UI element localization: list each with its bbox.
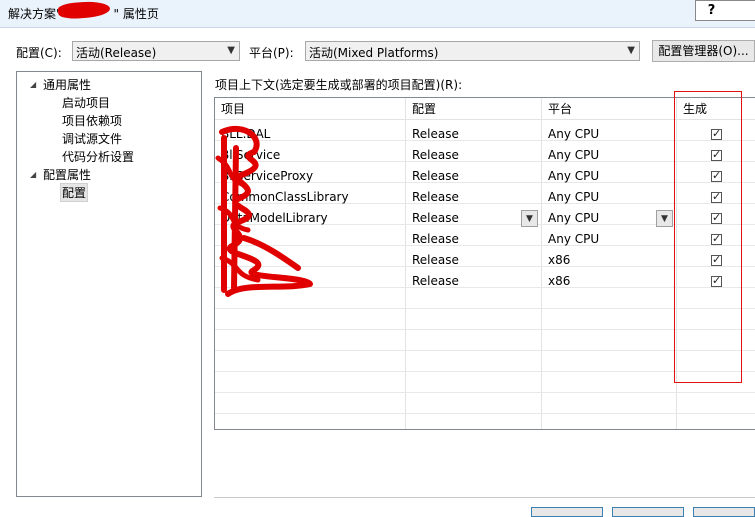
platform-dropdown-button[interactable]: ▼	[656, 210, 673, 227]
tree-node-code-analysis[interactable]: 代码分析设置	[62, 148, 134, 165]
row-project: CommonClassLibrary	[221, 190, 349, 204]
row-project: BllService	[221, 148, 281, 162]
tree-node-common[interactable]: 通用属性	[43, 76, 91, 93]
ok-button[interactable]	[531, 507, 603, 517]
row-config[interactable]: Release	[406, 166, 541, 186]
row-platform[interactable]: Any CPU	[542, 187, 676, 207]
tree-node-dependencies[interactable]: 项目依赖项	[62, 112, 122, 129]
collapse-icon[interactable]: ◢	[30, 170, 36, 179]
platform-combo[interactable]: 活动(Mixed Platforms) ▼	[305, 41, 640, 61]
row-config[interactable]: Release	[406, 124, 541, 144]
separator	[214, 497, 755, 498]
row-platform[interactable]: x86	[542, 250, 676, 270]
config-label: 配置(C):	[16, 46, 62, 60]
config-manager-button[interactable]: 配置管理器(O)...	[652, 40, 755, 62]
row-config[interactable]: Release	[406, 229, 541, 249]
col-header-project[interactable]: 项目	[215, 98, 406, 120]
row-platform[interactable]: Any CPU	[542, 124, 676, 144]
cancel-button[interactable]	[612, 507, 684, 517]
row-project: BllServiceProxy	[221, 169, 314, 183]
row-project	[215, 271, 405, 291]
collapse-icon[interactable]: ◢	[30, 80, 36, 89]
platform-value: 活动(Mixed Platforms)	[309, 46, 439, 60]
close-button[interactable]	[726, 0, 755, 21]
platform-label: 平台(P):	[249, 46, 294, 60]
tree-node-debug-source[interactable]: 调试源文件	[62, 130, 122, 147]
row-platform[interactable]: Any CPU	[542, 229, 676, 249]
row-config[interactable]: Release	[406, 145, 541, 165]
annotation-box	[674, 91, 742, 383]
tree-node-config[interactable]: 配置	[60, 183, 89, 202]
property-tree: ◢ 通用属性 启动项目 项目依赖项 调试源文件 代码分析设置 ◢ 配置属性 配置	[16, 71, 202, 497]
row-config[interactable]: Release	[406, 250, 541, 270]
config-combo[interactable]: 活动(Release) ▼	[72, 41, 240, 61]
row-platform[interactable]: Any CPU	[542, 166, 676, 186]
context-label: 项目上下文(选定要生成或部署的项目配置)(R):	[215, 78, 463, 92]
row-config[interactable]: Release	[406, 187, 541, 207]
apply-button[interactable]	[693, 507, 755, 517]
row-project: BLL.DAL	[221, 127, 271, 141]
row-project	[215, 250, 405, 270]
col-header-platform[interactable]: 平台	[542, 98, 677, 120]
tree-node-startup[interactable]: 启动项目	[62, 94, 110, 111]
config-dropdown-button[interactable]: ▼	[521, 210, 538, 227]
row-platform[interactable]: Any CPU	[542, 145, 676, 165]
row-config[interactable]: Release	[406, 271, 541, 291]
title-bar: 解决方案" " 属性页 ?	[0, 0, 755, 28]
col-header-config[interactable]: 配置	[406, 98, 542, 120]
chevron-down-icon: ▼	[627, 45, 635, 56]
chevron-down-icon: ▼	[227, 45, 235, 56]
help-button[interactable]: ?	[695, 0, 728, 21]
tree-node-config-props[interactable]: 配置属性	[43, 166, 91, 183]
row-platform[interactable]: x86	[542, 271, 676, 291]
config-value: 活动(Release)	[76, 46, 157, 60]
row-project	[215, 229, 405, 249]
row-project: DataModelLibrary	[221, 211, 328, 225]
